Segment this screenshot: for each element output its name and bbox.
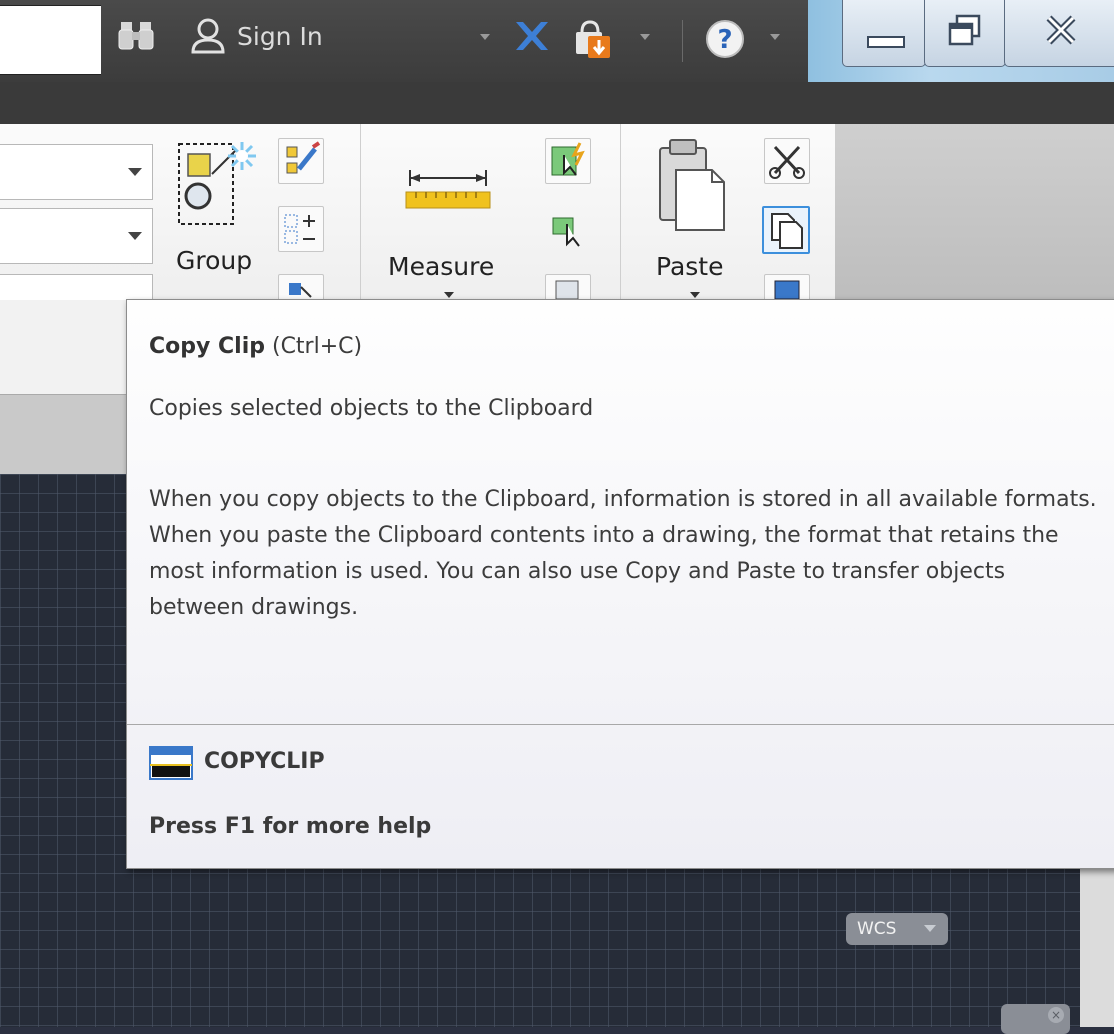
chevron-down-icon (924, 925, 936, 932)
copy-with-basepoint-icon[interactable] (764, 274, 810, 302)
chevron-down-icon[interactable] (640, 34, 650, 40)
measure-icon[interactable] (404, 164, 492, 218)
exchange-icon[interactable] (512, 18, 552, 58)
sign-in-link[interactable]: Sign In (237, 22, 323, 51)
copy-clip-tooltip: Copy Clip (Ctrl+C) Copies selected objec… (126, 299, 1114, 869)
svg-text:?: ? (717, 25, 732, 55)
tooltip-divider (127, 724, 1114, 725)
group-add-remove-icon[interactable] (278, 206, 324, 252)
chevron-down-icon (128, 168, 142, 176)
tooltip-command-name: Copy Clip (149, 334, 265, 359)
ribbon-empty-area (835, 124, 1114, 300)
ucs-menu-button[interactable]: WCS (846, 913, 948, 945)
measure-label[interactable]: Measure (388, 252, 494, 281)
tooltip-description: Copies selected objects to the Clipboard (149, 396, 594, 421)
tooltip-title: Copy Clip (Ctrl+C) (149, 334, 362, 359)
properties-icon[interactable] (545, 274, 591, 302)
close-icon: × (1048, 1007, 1064, 1023)
command-line-icon (149, 746, 193, 784)
minimize-button[interactable] (842, 0, 926, 67)
ribbon-panel-title-bar (0, 394, 128, 475)
ribbon-tab-strip (0, 82, 1114, 124)
tooltip-help: Press F1 for more help (149, 814, 432, 839)
user-icon[interactable] (190, 18, 226, 58)
tooltip-body: When you copy objects to the Clipboard, … (149, 487, 1097, 620)
group-label[interactable]: Group (176, 246, 252, 275)
binoculars-icon[interactable] (118, 18, 154, 56)
group-edit-icon[interactable] (278, 138, 324, 184)
chevron-down-icon[interactable] (770, 34, 780, 40)
select-similar-icon[interactable] (545, 206, 589, 250)
viewcube-close-button[interactable]: × (1001, 1004, 1070, 1034)
quick-select-icon[interactable] (545, 138, 591, 184)
tooltip-command: COPYCLIP (204, 749, 325, 774)
restore-button[interactable] (924, 0, 1006, 67)
search-field[interactable] (0, 5, 101, 75)
ribbon-panel: Group Measure Paste (0, 124, 835, 316)
chevron-down-icon[interactable] (480, 34, 490, 40)
chevron-down-icon (128, 232, 142, 240)
close-icon (1046, 15, 1076, 45)
autodesk-app-store-icon[interactable] (574, 18, 612, 64)
panel-divider (620, 124, 621, 300)
ungroup-icon[interactable] (278, 274, 324, 302)
group-icon[interactable] (176, 138, 272, 232)
close-button[interactable] (1004, 0, 1114, 67)
help-icon[interactable]: ? (704, 18, 746, 64)
chevron-down-icon[interactable] (690, 292, 700, 298)
ribbon-lower-left (0, 300, 128, 475)
layer-dropdown[interactable] (0, 144, 153, 200)
restore-icon (948, 14, 981, 46)
chevron-down-icon[interactable] (444, 292, 454, 298)
cut-icon[interactable] (764, 138, 810, 184)
ucs-label: WCS (857, 919, 897, 939)
minimize-icon (867, 36, 905, 48)
tooltip-shortcut: (Ctrl+C) (271, 334, 363, 359)
toolbar-divider (682, 20, 683, 62)
paste-label[interactable]: Paste (656, 252, 723, 281)
panel-divider (360, 124, 361, 300)
paste-icon[interactable] (656, 138, 728, 238)
color-dropdown[interactable] (0, 208, 153, 264)
copy-clip-icon[interactable] (762, 206, 810, 254)
